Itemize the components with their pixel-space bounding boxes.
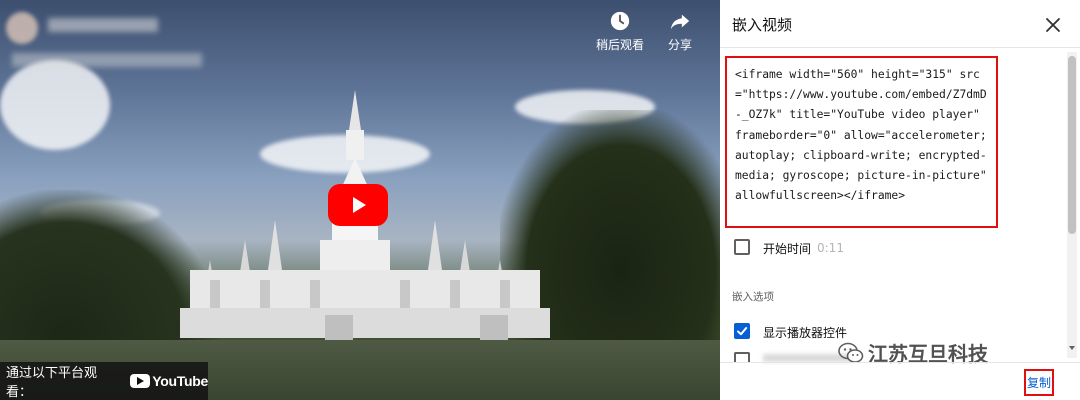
wechat-icon <box>838 342 864 363</box>
share-arrow-icon <box>670 14 690 30</box>
show-controls-label: 显示播放器控件 <box>763 326 848 340</box>
channel-title-blurred[interactable] <box>48 18 158 32</box>
start-time-value[interactable]: 0:11 <box>817 241 844 255</box>
header-divider <box>720 47 1080 48</box>
share-label: 分享 <box>667 38 692 52</box>
youtube-wordmark: YouTube <box>152 373 208 389</box>
start-time-label: 开始时间 <box>763 242 812 256</box>
watch-on-bar[interactable]: 通过以下平台观看： YouTube <box>0 362 208 400</box>
watch-later-label: 稍后观看 <box>595 38 644 52</box>
show-controls-checkbox[interactable] <box>734 323 750 339</box>
scrollbar-thumb[interactable] <box>1068 56 1076 234</box>
play-icon <box>353 197 366 213</box>
channel-avatar[interactable] <box>6 12 38 44</box>
youtube-logo[interactable]: YouTube <box>130 373 208 389</box>
clock-icon <box>610 11 630 31</box>
footer-divider <box>720 362 1080 363</box>
close-button[interactable] <box>1042 14 1064 36</box>
start-time-checkbox[interactable] <box>734 239 750 255</box>
video-preview[interactable]: 稍后观看 分享 通过以下平台观看： YouTube <box>0 0 720 400</box>
close-icon <box>1046 18 1060 32</box>
watch-later-button[interactable]: 稍后观看 <box>590 10 650 53</box>
next-option-checkbox[interactable] <box>734 352 750 362</box>
share-button[interactable]: 分享 <box>650 10 710 53</box>
scroll-down-icon[interactable] <box>1069 346 1075 350</box>
embed-options-heading: 嵌入选项 <box>732 291 774 303</box>
copy-button[interactable]: 复制 <box>1024 369 1054 396</box>
watch-on-label: 通过以下平台观看： <box>6 366 98 400</box>
sky-cloud <box>0 60 110 150</box>
embed-code-box[interactable]: <iframe width="560" height="315" src="ht… <box>725 56 998 228</box>
video-title-blurred[interactable] <box>12 53 202 67</box>
youtube-play-icon <box>130 374 151 388</box>
play-button[interactable] <box>328 184 388 226</box>
panel-title: 嵌入视频 <box>732 16 793 34</box>
embed-code[interactable]: <iframe width="560" height="315" src="ht… <box>735 65 988 206</box>
embed-panel: 嵌入视频 <iframe width="560" height="315" sr… <box>720 0 1080 400</box>
checkmark-icon <box>737 327 748 336</box>
